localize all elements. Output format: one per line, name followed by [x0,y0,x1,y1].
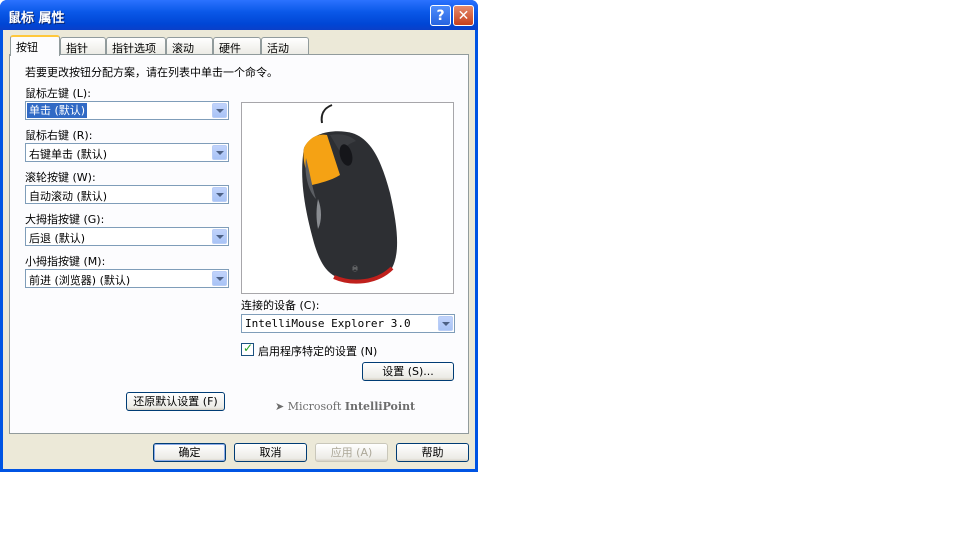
cancel-button[interactable]: 取消 [234,443,307,462]
dialog-body: 按钮 指针 指针选项 滚动 硬件 活动 若要更改按钮分配方案，请在列表中单击一个… [3,30,475,469]
chevron-down-icon[interactable] [212,187,227,202]
restore-defaults-button[interactable]: 还原默认设置 (F) [126,392,225,411]
right-button-label: 鼠标右键 (R): [25,129,93,142]
help-button[interactable]: 帮助 [396,443,469,462]
little-finger-button-value: 前进 (浏览器) (默认) [29,274,131,287]
left-button-value: 单击 (默认) [27,103,88,118]
close-button[interactable]: ✕ [453,5,474,26]
intellipoint-brand: ➤ Microsoft IntelliPoint [275,400,415,413]
device-label: 连接的设备 (C): [241,299,320,312]
left-button-select[interactable]: 单击 (默认) [25,101,229,120]
wheel-button-label: 滚轮按键 (W): [25,171,96,184]
thumb-button-select[interactable]: 后退 (默认) [25,227,229,246]
svg-text:Ⓜ: Ⓜ [352,265,358,273]
title-bar[interactable]: 鼠标 属性 ? ✕ [0,0,478,30]
right-button-select[interactable]: 右键单击 (默认) [25,143,229,162]
app-specific-checkbox[interactable] [241,341,254,356]
close-icon: ✕ [457,7,470,24]
tab-activity[interactable]: 活动 [261,37,309,55]
brand-prefix: Microsoft [287,400,342,413]
little-finger-button-select[interactable]: 前进 (浏览器) (默认) [25,269,229,288]
chevron-down-icon[interactable] [438,316,453,331]
help-title-button[interactable]: ? [430,5,451,26]
tab-hardware[interactable]: 硬件 [213,37,261,55]
tab-pointers[interactable]: 指针 [60,37,106,55]
chevron-down-icon[interactable] [212,145,227,160]
thumb-button-label: 大拇指按键 (G): [25,213,105,226]
thumb-button-value: 后退 (默认) [29,232,86,245]
right-button-value: 右键单击 (默认) [29,148,108,161]
tab-pointer-options[interactable]: 指针选项 [106,37,166,55]
wheel-button-value: 自动滚动 (默认) [29,190,108,203]
brand-name: IntelliPoint [344,400,416,413]
question-icon: ? [436,7,445,24]
chevron-down-icon[interactable] [212,271,227,286]
wheel-button-select[interactable]: 自动滚动 (默认) [25,185,229,204]
mouse-preview-image: Ⓜ [241,102,454,294]
mouse-properties-window: 鼠标 属性 ? ✕ 按钮 指针 指针选项 滚动 硬件 活动 若要更改按钮分配方案… [0,0,478,472]
instruction-text: 若要更改按钮分配方案，请在列表中单击一个命令。 [25,66,278,79]
buttons-tab-panel: 若要更改按钮分配方案，请在列表中单击一个命令。 鼠标左键 (L): 单击 (默认… [9,54,469,434]
mouse-icon: Ⓜ [302,104,398,284]
chevron-down-icon[interactable] [212,103,227,118]
little-finger-button-label: 小拇指按键 (M): [25,255,106,268]
app-specific-label[interactable]: 启用程序特定的设置 (N) [258,343,377,359]
tab-buttons[interactable]: 按钮 [10,35,60,56]
cursor-icon: ➤ [275,400,285,413]
device-select[interactable]: IntelliMouse Explorer 3.0 [241,314,455,333]
ok-button[interactable]: 确定 [153,443,226,462]
apply-button[interactable]: 应用 (A) [315,443,388,462]
tab-scrolling[interactable]: 滚动 [166,37,213,55]
window-title: 鼠标 属性 [8,11,65,26]
chevron-down-icon[interactable] [212,229,227,244]
device-value: IntelliMouse Explorer 3.0 [245,317,411,330]
left-button-label: 鼠标左键 (L): [25,87,91,100]
tab-label: 按钮 [16,41,38,54]
settings-button[interactable]: 设置 (S)... [362,362,454,381]
